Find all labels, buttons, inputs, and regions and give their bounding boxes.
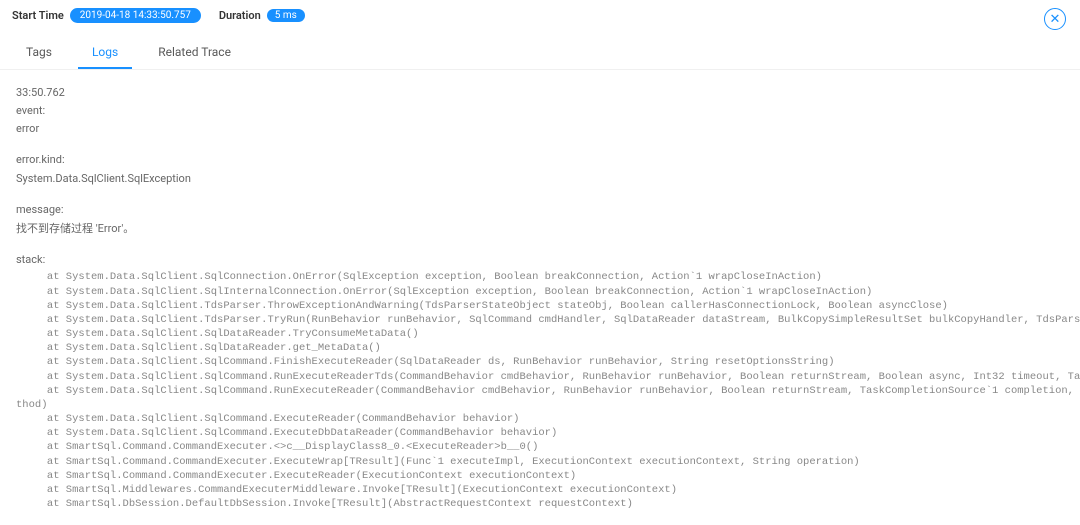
log-timestamp: 33:50.762 <box>16 84 1064 101</box>
stack-line: at System.Data.SqlClient.SqlInternalConn… <box>16 285 1064 299</box>
error-kind-value: System.Data.SqlClient.SqlException <box>16 170 1064 187</box>
duration-badge: 5 ms <box>267 9 305 22</box>
close-button[interactable]: ✕ <box>1044 8 1066 30</box>
message-value: 找不到存储过程 'Error'。 <box>16 220 1064 237</box>
stack-trace: at System.Data.SqlClient.SqlConnection.O… <box>16 270 1064 511</box>
stack-line: at System.Data.SqlClient.SqlCommand.Exec… <box>16 412 1064 426</box>
stack-line: thod) <box>16 398 1064 412</box>
stack-line: at System.Data.SqlClient.TdsParser.TryRu… <box>16 313 1064 327</box>
stack-line: at System.Data.SqlClient.SqlCommand.Fini… <box>16 355 1064 369</box>
start-time-label: Start Time <box>12 9 64 22</box>
tab-tags[interactable]: Tags <box>12 37 66 69</box>
stack-line: at SmartSql.Command.CommandExecuter.<>c_… <box>16 440 1064 454</box>
stack-line: at System.Data.SqlClient.SqlConnection.O… <box>16 270 1064 284</box>
start-time-badge: 2019-04-18 14:33:50.757 <box>70 8 201 23</box>
event-value: error <box>16 120 1064 137</box>
stack-line: at System.Data.SqlClient.SqlCommand.Exec… <box>16 426 1064 440</box>
log-content: 33:50.762 event: error error.kind: Syste… <box>0 70 1080 525</box>
duration-label: Duration <box>219 9 261 22</box>
detail-header: Start Time 2019-04-18 14:33:50.757 Durat… <box>0 0 1080 31</box>
stack-line: at System.Data.SqlClient.SqlDataReader.T… <box>16 327 1064 341</box>
tab-logs[interactable]: Logs <box>78 37 132 69</box>
stack-line: at SmartSql.Command.CommandExecuter.Exec… <box>16 455 1064 469</box>
tab-related-trace[interactable]: Related Trace <box>144 37 245 69</box>
message-label: message: <box>16 201 1064 218</box>
stack-line: at SmartSql.Command.CommandExecuter.Exec… <box>16 469 1064 483</box>
stack-line: at SmartSql.Middlewares.CommandExecuterM… <box>16 483 1064 497</box>
stack-line: at System.Data.SqlClient.TdsParser.Throw… <box>16 299 1064 313</box>
stack-label: stack: <box>16 251 1064 268</box>
close-icon: ✕ <box>1050 13 1061 26</box>
stack-line: at System.Data.SqlClient.SqlCommand.RunE… <box>16 370 1064 384</box>
tabs-bar: Tags Logs Related Trace <box>0 37 1080 70</box>
stack-line: at System.Data.SqlClient.SqlCommand.RunE… <box>16 384 1064 398</box>
stack-line: at System.Data.SqlClient.SqlDataReader.g… <box>16 341 1064 355</box>
stack-line: at SmartSql.DbSession.DefaultDbSession.I… <box>16 497 1064 511</box>
error-kind-label: error.kind: <box>16 151 1064 168</box>
event-label: event: <box>16 102 1064 119</box>
